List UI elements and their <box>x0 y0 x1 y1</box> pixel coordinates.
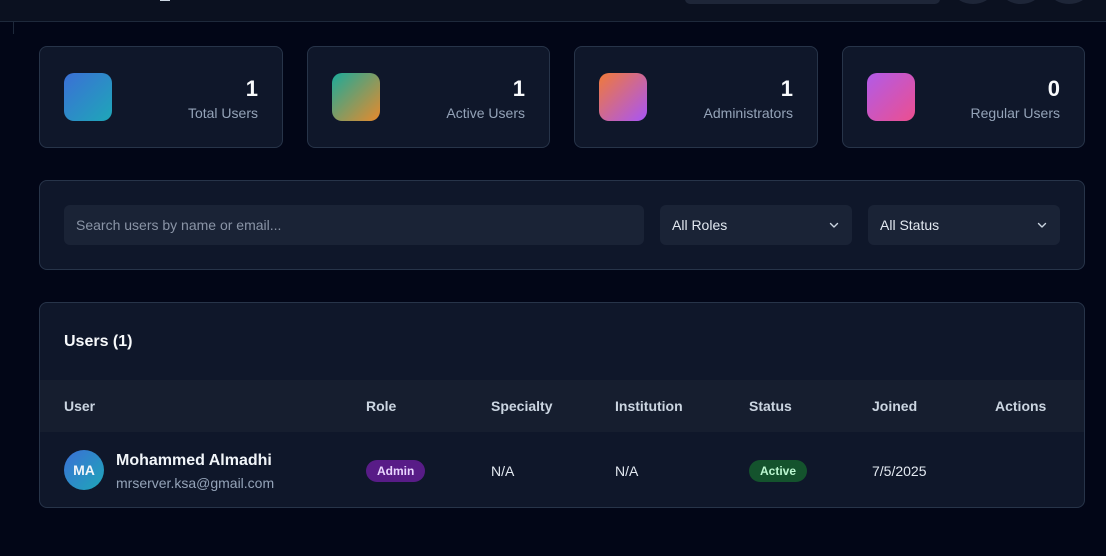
table-row[interactable]: MA Mohammed Almadhi mrserver.ksa@gmail.c… <box>40 432 1084 507</box>
sidebar-edge <box>0 22 14 34</box>
column-header-status: Status <box>749 398 792 414</box>
column-header-actions: Actions <box>995 398 1047 414</box>
regular-users-icon <box>867 73 915 121</box>
status-filter-select[interactable]: All Status <box>868 205 1060 245</box>
user-name: Mohammed Almadhi <box>116 452 272 469</box>
specialty-cell: N/A <box>491 463 515 479</box>
stat-label: Regular Users <box>970 105 1060 121</box>
stat-label: Administrators <box>703 105 793 121</box>
table-header: User Role Specialty Institution Status J… <box>40 380 1084 432</box>
institution-cell: N/A <box>615 463 639 479</box>
status-badge: Active <box>749 460 808 482</box>
stat-card-total-users: 1 Total Users <box>39 46 283 148</box>
header-icon-button[interactable] <box>1051 0 1087 4</box>
admin-icon <box>599 73 647 121</box>
user-email: mrserver.ksa@gmail.com <box>116 475 275 491</box>
stat-label: Total Users <box>187 105 258 121</box>
header-title <box>160 0 170 1</box>
chevron-down-icon <box>1037 222 1047 228</box>
stat-value: 0 <box>1047 76 1060 101</box>
joined-cell: 7/5/2025 <box>872 463 927 479</box>
users-table-card: Users (1) User Role Specialty Institutio… <box>39 302 1085 508</box>
column-header-specialty: Specialty <box>491 398 553 414</box>
header-search-input[interactable] <box>685 0 940 4</box>
role-badge: Admin <box>366 460 426 482</box>
stat-card-administrators: 1 Administrators <box>574 46 818 148</box>
stat-label: Active Users <box>446 105 525 121</box>
stat-value: 1 <box>245 76 258 101</box>
stat-value: 1 <box>512 76 525 101</box>
status-filter-value: All Status <box>880 217 940 233</box>
column-header-role: Role <box>366 398 397 414</box>
user-search-input[interactable] <box>64 205 644 245</box>
filters-panel: All Roles All Status <box>39 180 1085 270</box>
active-users-icon <box>332 73 380 121</box>
users-table-title: Users (1) <box>64 333 133 350</box>
stat-value: 1 <box>780 76 793 101</box>
role-filter-value: All Roles <box>672 217 728 233</box>
stat-card-regular-users: 0 Regular Users <box>842 46 1085 148</box>
column-header-user: User <box>64 398 96 414</box>
stat-card-active-users: 1 Active Users <box>307 46 550 148</box>
column-header-institution: Institution <box>615 398 683 414</box>
role-filter-select[interactable]: All Roles <box>660 205 852 245</box>
top-header <box>0 0 1106 34</box>
header-icon-button[interactable] <box>1003 0 1039 4</box>
header-icon-button[interactable] <box>955 0 991 4</box>
avatar: MA <box>64 450 104 490</box>
column-header-joined: Joined <box>872 398 918 414</box>
users-icon <box>64 73 112 121</box>
chevron-down-icon <box>829 222 839 228</box>
